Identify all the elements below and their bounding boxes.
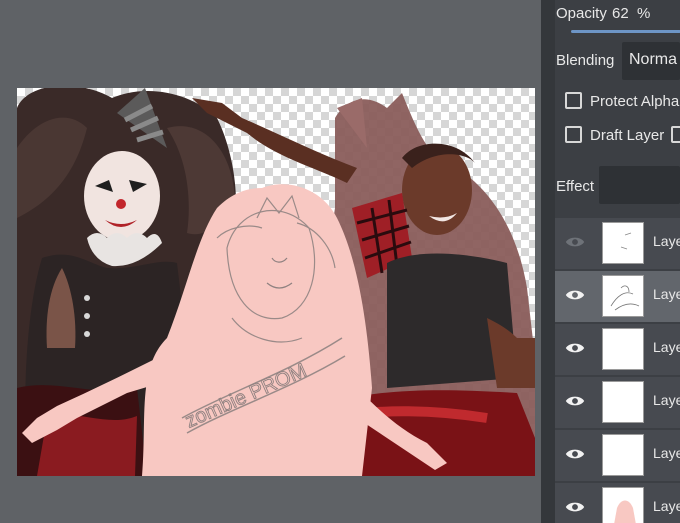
clipping-checkbox[interactable] xyxy=(671,126,680,143)
eye-icon[interactable] xyxy=(565,444,585,464)
layer-thumbnail xyxy=(602,328,644,370)
layer-name: Laye xyxy=(653,286,680,302)
opacity-label: Opacity xyxy=(556,5,607,22)
eye-icon[interactable] xyxy=(565,497,585,517)
layer-thumbnail xyxy=(602,381,644,423)
effect-select[interactable] xyxy=(599,166,680,204)
protect-alpha-checkbox[interactable] xyxy=(565,92,582,109)
protect-alpha-label[interactable]: Protect Alpha xyxy=(590,93,679,110)
layer-item[interactable]: Laye xyxy=(555,218,680,269)
layer-name: Laye xyxy=(653,392,680,408)
blending-label: Blending xyxy=(556,52,615,69)
layer-item[interactable]: Laye xyxy=(555,271,680,322)
opacity-value: 62 xyxy=(612,5,629,22)
layer-name: Laye xyxy=(653,339,680,355)
layer-thumbnail xyxy=(602,275,644,317)
layer-item[interactable]: Laye xyxy=(555,377,680,428)
artwork-illustration: zombie PROM xyxy=(17,88,535,476)
opacity-unit: % xyxy=(637,5,651,22)
layer-name: Laye xyxy=(653,498,680,514)
layer-item[interactable]: Laye xyxy=(555,483,680,523)
drawing-canvas[interactable]: zombie PROM xyxy=(17,88,535,476)
layer-thumbnail xyxy=(602,487,644,523)
draft-layer-checkbox[interactable] xyxy=(565,126,582,143)
layer-item[interactable]: Laye xyxy=(555,430,680,481)
paint-app: zombie PROM Opacity 62 % Blending Norma … xyxy=(0,0,680,523)
layer-name: Laye xyxy=(653,445,680,461)
effect-label: Effect xyxy=(556,178,595,195)
draft-layer-label[interactable]: Draft Layer xyxy=(590,127,664,144)
opacity-slider[interactable] xyxy=(571,30,680,33)
layer-name: Laye xyxy=(653,233,680,249)
layer-thumbnail xyxy=(602,434,644,476)
layer-list: Laye Laye Laye Laye Laye Laye xyxy=(555,218,680,523)
eye-icon[interactable] xyxy=(565,391,585,411)
eye-icon[interactable] xyxy=(565,285,585,305)
panel-content: Opacity 62 % Blending Norma Protect Alph… xyxy=(555,0,680,523)
eye-icon[interactable] xyxy=(565,232,585,252)
blending-mode-select[interactable]: Norma xyxy=(622,42,680,80)
opacity-control[interactable]: Opacity 62 % xyxy=(555,0,680,36)
panel-divider xyxy=(541,0,555,523)
eye-icon[interactable] xyxy=(565,338,585,358)
layer-item[interactable]: Laye xyxy=(555,324,680,375)
layer-thumbnail xyxy=(602,222,644,264)
layer-properties-panel: Opacity 62 % Blending Norma Protect Alph… xyxy=(541,0,680,523)
canvas-area[interactable]: zombie PROM xyxy=(0,0,541,523)
